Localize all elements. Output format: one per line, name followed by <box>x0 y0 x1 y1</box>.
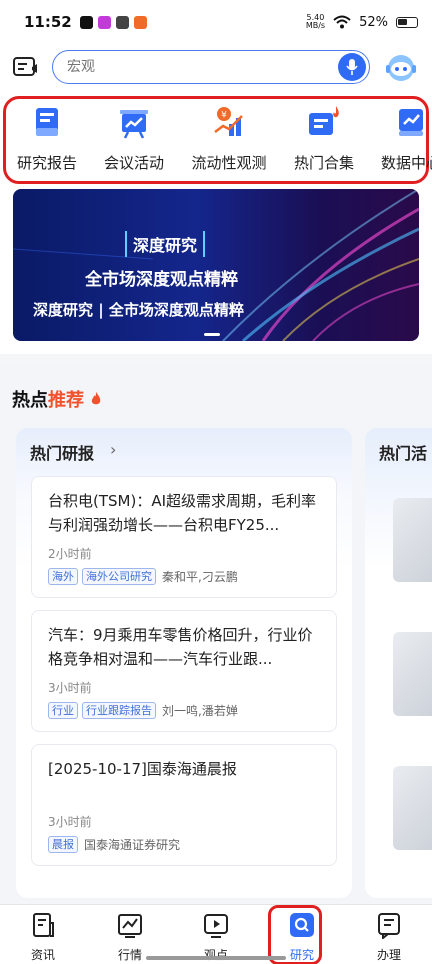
report-item[interactable]: 台积电(TSM)：AI超级需求周期，毛利率与利润强劲增长——台积电FY25...… <box>31 476 337 598</box>
report-meta: 晨报 国泰海通证券研究 <box>48 836 320 853</box>
quick-item-label: 流动性观测 <box>191 154 267 172</box>
report-item[interactable]: [2025-10-17]国泰海通晨报 3小时前 晨报 国泰海通证券研究 <box>31 744 337 866</box>
report-meta: 海外 海外公司研究 秦和平,刁云鹏 <box>48 568 320 585</box>
section-divider <box>0 354 432 366</box>
event-thumbnail[interactable] <box>393 766 432 850</box>
nav-label: 资讯 <box>30 948 55 962</box>
handle-icon <box>378 913 400 941</box>
tiktok-icon <box>79 15 93 29</box>
report-tag: 晨报 <box>48 836 78 853</box>
report-author: 秦和平,刁云鹏 <box>162 570 238 584</box>
research-search-icon <box>290 913 314 937</box>
banner-pagination-indicator <box>204 333 220 336</box>
card-title[interactable]: 热门研报 <box>30 440 94 464</box>
video-icon <box>204 914 228 938</box>
quick-item-label: 研究报告 <box>16 154 77 172</box>
home-indicator[interactable] <box>146 956 286 960</box>
quick-item-hot-collection[interactable]: 热门合集 <box>279 104 369 173</box>
app-notification-icon <box>115 15 129 29</box>
ai-assistant-icon[interactable] <box>384 50 418 84</box>
net-speed: 5.40 MB/s <box>306 14 325 30</box>
status-indicators: 5.40 MB/s 52% <box>306 14 418 30</box>
nav-item-handle[interactable]: 办理 <box>359 911 419 963</box>
microphone-icon <box>346 59 358 75</box>
chevron-right-icon[interactable]: › <box>110 440 116 459</box>
section-title: 热点推荐 <box>12 386 102 412</box>
liquidity-chart-icon: ¥ <box>214 107 243 136</box>
report-tag: 海外公司研究 <box>82 568 156 585</box>
report-tag: 行业跟踪报告 <box>82 702 156 719</box>
banner-subtitle: 深度研究 | 全市场深度观点精粹 <box>33 301 244 319</box>
quick-item-data-center[interactable]: 数据中心 <box>366 104 432 173</box>
quick-item-liquidity[interactable]: ¥ 流动性观测 <box>184 104 274 173</box>
nav-item-news[interactable]: 资讯 <box>13 911 73 963</box>
quick-item-meeting-events[interactable]: 会议活动 <box>89 104 179 173</box>
app-notification-icon <box>133 15 147 29</box>
search-box[interactable] <box>52 50 370 84</box>
nav-label: 观点 <box>203 948 228 962</box>
bottom-nav: 资讯 行情 观点 研究 办理 <box>0 904 432 964</box>
report-title: 汽车：9月乘用车零售价格回升，行业价格竞争相对温和——汽车行业跟... <box>48 626 313 668</box>
report-item[interactable]: 汽车：9月乘用车零售价格回升，行业价格竞争相对温和——汽车行业跟... 3小时前… <box>31 610 337 732</box>
message-card-icon[interactable] <box>12 55 38 79</box>
wifi-icon <box>333 15 351 29</box>
section-title-prefix: 热点 <box>12 390 48 411</box>
event-thumbnail[interactable] <box>393 498 432 582</box>
quick-menu: 研究报告 会议活动 ¥ 流动性观测 热门合集 数据中 <box>0 90 432 186</box>
report-meta: 行业 行业跟踪报告 刘一鸣,潘若婵 <box>48 702 320 719</box>
report-tag: 行业 <box>48 702 78 719</box>
quick-item-research-report[interactable]: 研究报告 <box>2 104 92 173</box>
status-time: 11:52 <box>24 13 72 31</box>
status-app-icons <box>79 15 147 29</box>
report-title: 台积电(TSM)：AI超级需求周期，毛利率与利润强劲增长——台积电FY25... <box>48 492 317 534</box>
hot-collection-icon <box>309 106 339 135</box>
net-speed-unit: MB/s <box>305 21 326 30</box>
nav-label: 研究 <box>289 948 314 962</box>
report-author: 国泰海通证券研究 <box>84 838 181 852</box>
banner-tag: 深度研究 <box>125 231 206 257</box>
battery-icon <box>396 16 418 28</box>
event-thumbnail[interactable] <box>393 632 432 716</box>
report-time: 3小时前 <box>48 815 92 829</box>
hot-recommend-section: 热点推荐 热门研报 › 台积电(TSM)：AI超级需求周期，毛利率与利润强劲增长… <box>0 366 432 904</box>
battery-percent: 52% <box>359 14 388 30</box>
report-title: [2025-10-17]国泰海通晨报 <box>48 760 237 778</box>
hot-events-card[interactable]: 热门活 <box>365 428 432 898</box>
report-time: 2小时前 <box>48 547 92 561</box>
top-bar <box>0 44 432 90</box>
section-title-accent: 推荐 <box>48 390 84 411</box>
nav-label: 行情 <box>117 948 142 962</box>
nav-label: 办理 <box>376 948 401 962</box>
status-bar: 11:52 5.40 MB/s 52% <box>0 0 432 44</box>
data-center-icon <box>399 109 423 136</box>
hot-reports-card: 热门研报 › 台积电(TSM)：AI超级需求周期，毛利率与利润强劲增长——台积电… <box>16 428 352 898</box>
news-icon <box>33 913 54 937</box>
market-icon <box>118 914 142 938</box>
report-author: 刘一鸣,潘若婵 <box>162 704 238 718</box>
voice-search-button[interactable] <box>338 53 366 81</box>
card-title: 热门活 <box>379 444 428 463</box>
banner-title: 全市场深度观点精粹 <box>85 270 238 290</box>
report-time: 3小时前 <box>48 681 92 695</box>
quick-item-label: 热门合集 <box>293 154 354 172</box>
flame-icon <box>92 392 101 405</box>
svg-text:¥: ¥ <box>221 111 227 121</box>
report-icon <box>36 108 58 136</box>
quick-item-label: 会议活动 <box>103 154 164 172</box>
search-input[interactable] <box>67 59 317 75</box>
report-tag: 海外 <box>48 568 78 585</box>
quick-item-label: 数据中心 <box>380 154 432 172</box>
promo-banner[interactable]: 深度研究 全市场深度观点精粹 深度研究 | 全市场深度观点精粹 <box>13 189 419 341</box>
banner-section: 深度研究 全市场深度观点精粹 深度研究 | 全市场深度观点精粹 <box>0 186 432 354</box>
presentation-icon <box>120 110 148 139</box>
app-notification-icon <box>97 15 111 29</box>
